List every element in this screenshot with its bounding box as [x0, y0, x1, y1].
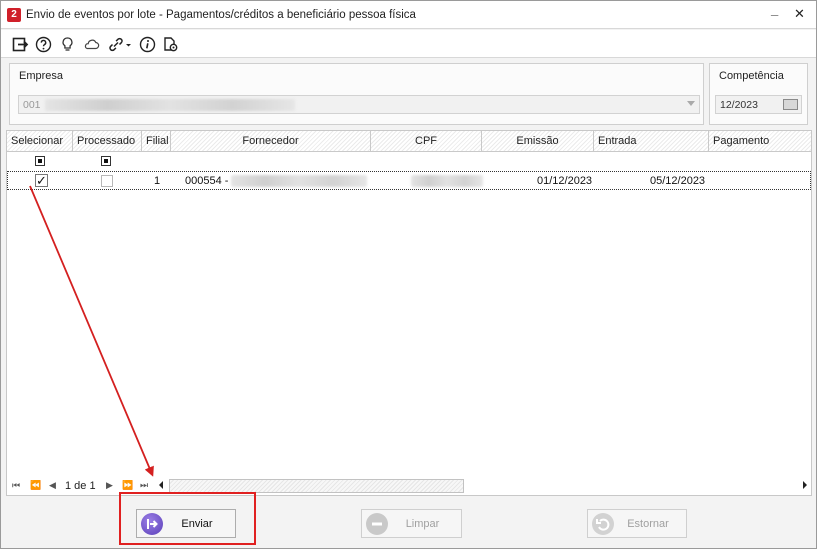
empresa-panel: Empresa 001 — [9, 63, 704, 125]
column-header-cpf[interactable]: CPF — [371, 131, 482, 152]
competencia-label: Competência — [719, 70, 784, 82]
column-header-processado[interactable]: Processado — [73, 131, 142, 152]
first-record-icon[interactable]: ⏮ — [12, 480, 20, 491]
column-header-entrada[interactable]: Entrada — [594, 131, 709, 152]
row-select-checkbox[interactable]: ✓ — [35, 174, 48, 187]
cell-fornecedor-code: 000554 - — [185, 175, 229, 187]
limpar-button[interactable]: Limpar — [361, 509, 462, 538]
empresa-label: Empresa — [19, 70, 64, 82]
window-title: Envio de eventos por lote - Pagamentos/c… — [26, 9, 416, 21]
lightbulb-icon[interactable] — [59, 36, 76, 53]
select-all-checkbox[interactable] — [35, 156, 45, 166]
cell-filial: 1 — [154, 175, 161, 187]
previous-page-icon[interactable]: ⏪ — [30, 480, 41, 491]
table-row[interactable]: ✓ 1 000554 - 01/12/2023 05/12/2023 — [7, 171, 811, 190]
page-indicator: 1 de 1 — [65, 480, 96, 492]
previous-record-icon[interactable]: ◀ — [49, 480, 56, 491]
toolbar — [1, 30, 816, 58]
competencia-field[interactable]: 12/2023 — [715, 95, 802, 114]
fornecedor-name-redacted — [231, 175, 367, 187]
chevron-down-icon[interactable] — [687, 101, 695, 106]
main-window: 2 Envio de eventos por lote - Pagamentos… — [0, 0, 817, 549]
cell-entrada: 05/12/2023 — [650, 175, 706, 187]
competencia-value: 12/2023 — [720, 99, 758, 111]
app-logo-icon: 2 — [7, 8, 21, 22]
scroll-left-icon[interactable] — [159, 481, 163, 489]
competencia-panel: Competência 12/2023 — [709, 63, 808, 125]
grid-header: Selecionar Processado Filial Fornecedor … — [7, 131, 811, 152]
annotation-highlight-box — [119, 492, 256, 545]
cell-emissao: 01/12/2023 — [537, 175, 593, 187]
exit-icon[interactable] — [12, 36, 29, 53]
column-header-emissao[interactable]: Emissão — [482, 131, 594, 152]
empresa-name-redacted — [45, 99, 295, 111]
column-header-filial[interactable]: Filial — [142, 131, 171, 152]
help-icon[interactable] — [35, 36, 52, 53]
cloud-icon[interactable] — [83, 36, 100, 53]
settings-page-icon[interactable] — [162, 36, 179, 53]
minimize-button[interactable]: _ — [771, 3, 778, 17]
row-processado-checkbox[interactable] — [101, 175, 113, 187]
cpf-redacted — [411, 175, 483, 187]
column-header-fornecedor[interactable]: Fornecedor — [171, 131, 371, 152]
last-record-icon[interactable]: ⏭ — [140, 480, 148, 491]
column-header-selecionar[interactable]: Selecionar — [7, 131, 73, 152]
next-record-icon[interactable]: ▶ — [106, 480, 113, 491]
close-button[interactable]: ✕ — [794, 7, 805, 21]
link-icon[interactable] — [107, 36, 132, 53]
empresa-select[interactable]: 001 — [18, 95, 700, 114]
scroll-right-icon[interactable] — [803, 481, 807, 489]
calendar-icon[interactable] — [783, 99, 798, 110]
limpar-label: Limpar — [405, 518, 440, 530]
horizontal-scrollbar[interactable] — [159, 479, 809, 493]
next-page-icon[interactable]: ⏩ — [122, 480, 133, 491]
column-header-pagamento[interactable]: Pagamento — [709, 131, 811, 152]
info-icon[interactable] — [139, 36, 156, 53]
estornar-label: Estornar — [627, 518, 669, 530]
estornar-button[interactable]: Estornar — [587, 509, 687, 538]
events-grid: Selecionar Processado Filial Fornecedor … — [6, 130, 812, 496]
empresa-code: 001 — [23, 99, 41, 111]
title-bar: 2 Envio de eventos por lote - Pagamentos… — [1, 1, 816, 29]
processado-filter-checkbox[interactable] — [101, 156, 111, 166]
scrollbar-thumb[interactable] — [169, 479, 464, 493]
filter-row — [7, 152, 811, 170]
